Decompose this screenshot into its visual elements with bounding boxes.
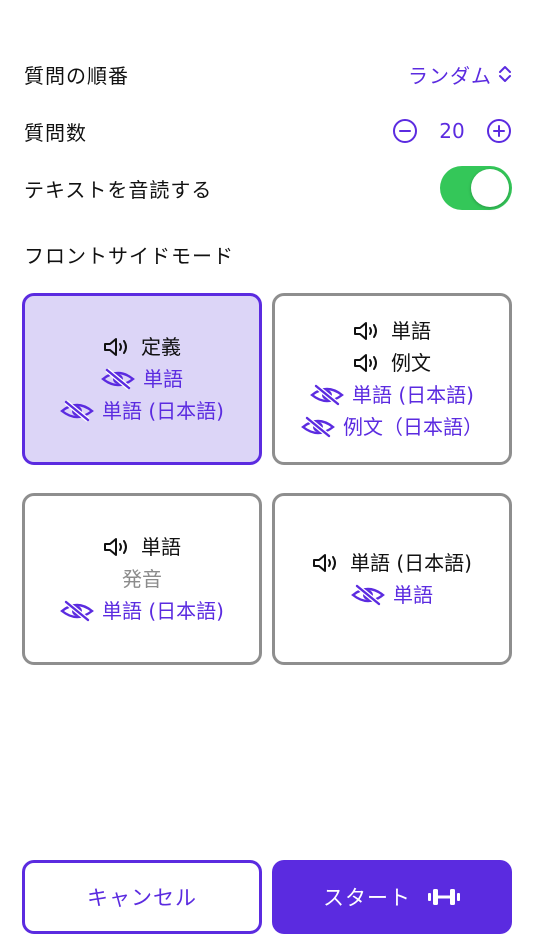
mode-line-text: 発音 [122, 567, 162, 591]
speaker-icon [313, 554, 337, 572]
start-button-label: スタート [323, 886, 411, 910]
front-mode-card-1[interactable]: 定義単語単語 (日本語) [22, 293, 262, 465]
start-button[interactable]: スタート [272, 860, 512, 934]
mode-line-text: 単語 [393, 583, 433, 607]
order-label: 質問の順番 [24, 63, 129, 88]
quiz-settings-screen: 質問の順番 ランダム 質問数 20 テキストを音読する フロントサイドモード 定… [0, 0, 534, 950]
mode-line: 定義 [103, 331, 181, 363]
eye-slash-icon [101, 368, 135, 390]
mode-line-text: 例文（日本語） [343, 415, 483, 439]
mode-line-text: 例文 [391, 351, 431, 375]
front-mode-card-4[interactable]: 単語 (日本語) 単語 [272, 493, 512, 665]
question-count-stepper: 20 [392, 118, 512, 144]
dumbbell-icon [428, 889, 460, 905]
mode-line: 単語 (日本語) [310, 379, 474, 411]
mode-line-text: 単語 (日本語) [102, 599, 224, 623]
chevron-up-down-icon [499, 66, 511, 82]
mode-line-text: 単語 (日本語) [102, 399, 224, 423]
mode-line-text: 単語 [391, 319, 431, 343]
question-count-label: 質問数 [24, 120, 87, 145]
speaker-icon [104, 538, 127, 556]
mode-line: 単語 (日本語) [60, 595, 224, 627]
order-row: 質問の順番 ランダム [24, 54, 512, 94]
front-mode-card-2[interactable]: 単語例文単語 (日本語) 例文（日本語） [272, 293, 512, 465]
plus-circle-icon[interactable] [486, 118, 512, 144]
read-aloud-row: テキストを音読する [24, 166, 512, 210]
read-aloud-toggle[interactable] [440, 166, 512, 210]
speaker-icon [354, 322, 377, 340]
eye-slash-icon [301, 416, 335, 438]
eye-slash-icon [60, 600, 94, 622]
mode-line: 単語 [101, 363, 183, 395]
mode-line: 単語 [353, 315, 431, 347]
mode-line: 単語 (日本語) [312, 547, 472, 579]
eye-slash-icon [310, 384, 344, 406]
front-mode-card-3[interactable]: 単語発音単語 (日本語) [22, 493, 262, 665]
mode-line-text: 単語 [143, 367, 183, 391]
mode-line-text: 単語 [141, 535, 181, 559]
order-value: ランダム [408, 63, 492, 88]
eye-slash-icon [351, 584, 385, 606]
mode-line-text: 単語 (日本語) [350, 551, 472, 575]
cancel-button-label: キャンセル [87, 886, 197, 910]
speaker-icon [104, 338, 127, 356]
minus-circle-icon[interactable] [392, 118, 418, 144]
eye-slash-icon [60, 400, 94, 422]
mode-line: 発音 [122, 563, 162, 595]
toggle-knob [471, 169, 509, 207]
front-side-mode-title: フロントサイドモード [24, 244, 234, 268]
mode-line: 例文（日本語） [301, 411, 483, 443]
mode-line: 単語 (日本語) [60, 395, 224, 427]
mode-line: 単語 [103, 531, 181, 563]
mode-line-text: 単語 (日本語) [352, 383, 474, 407]
mode-line-text: 定義 [141, 335, 181, 359]
question-count-row: 質問数 20 [24, 111, 512, 151]
mode-line: 単語 [351, 579, 433, 611]
speaker-icon [354, 354, 377, 372]
read-aloud-label: テキストを音読する [24, 177, 213, 202]
cancel-button[interactable]: キャンセル [22, 860, 262, 934]
question-count-value: 20 [439, 119, 465, 143]
mode-line: 例文 [353, 347, 431, 379]
order-selector[interactable]: ランダム [408, 60, 512, 89]
